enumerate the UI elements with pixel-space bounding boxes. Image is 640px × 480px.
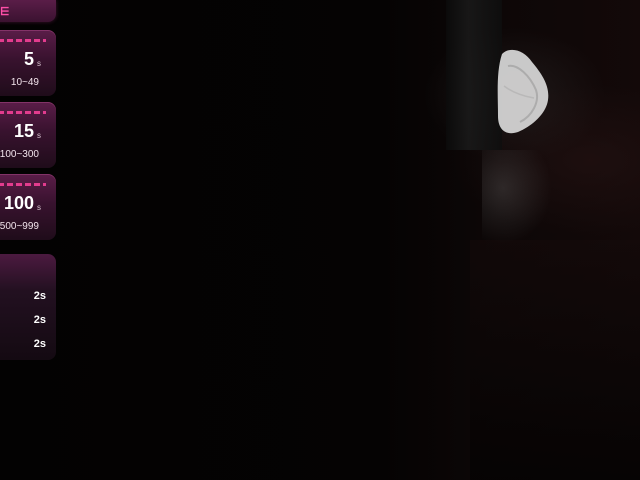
card-dash-decoration bbox=[0, 183, 46, 186]
combo-duration: 100 bbox=[3, 193, 34, 213]
timer-list-panel: 2s 2s 2s bbox=[0, 254, 56, 360]
combo-duration-unit: s bbox=[37, 131, 41, 140]
gift-combo-card[interactable]: 5 s 10~49 bbox=[0, 30, 56, 96]
combo-range: 100~300 bbox=[0, 149, 39, 160]
scene-lit-object bbox=[497, 49, 549, 134]
video-stage: ⋿ 5 s 10~49 15 s 100~300 100 s 500~999 2… bbox=[0, 0, 640, 480]
combo-range: 10~49 bbox=[10, 77, 39, 88]
combo-duration: 5 bbox=[23, 49, 34, 69]
timer-list-item: 2s bbox=[33, 314, 46, 326]
combo-duration: 15 bbox=[13, 121, 34, 141]
timer-list-item: 2s bbox=[33, 290, 46, 302]
combo-range: 500~999 bbox=[0, 221, 39, 232]
gift-combo-card[interactable]: 15 s 100~300 bbox=[0, 102, 56, 168]
scene-reflection bbox=[482, 150, 552, 245]
combo-duration-unit: s bbox=[37, 203, 41, 212]
scene-floor bbox=[470, 240, 640, 480]
scene-pillar bbox=[446, 0, 502, 150]
gift-combo-card[interactable]: 100 s 500~999 bbox=[0, 174, 56, 240]
card-dash-decoration bbox=[0, 111, 46, 114]
timer-list-item: 2s bbox=[33, 338, 46, 350]
gift-tab-icon: ⋿ bbox=[0, 6, 10, 18]
combo-duration-unit: s bbox=[37, 59, 41, 68]
gift-panel-tab[interactable]: ⋿ bbox=[0, 0, 56, 22]
card-dash-decoration bbox=[0, 39, 46, 42]
